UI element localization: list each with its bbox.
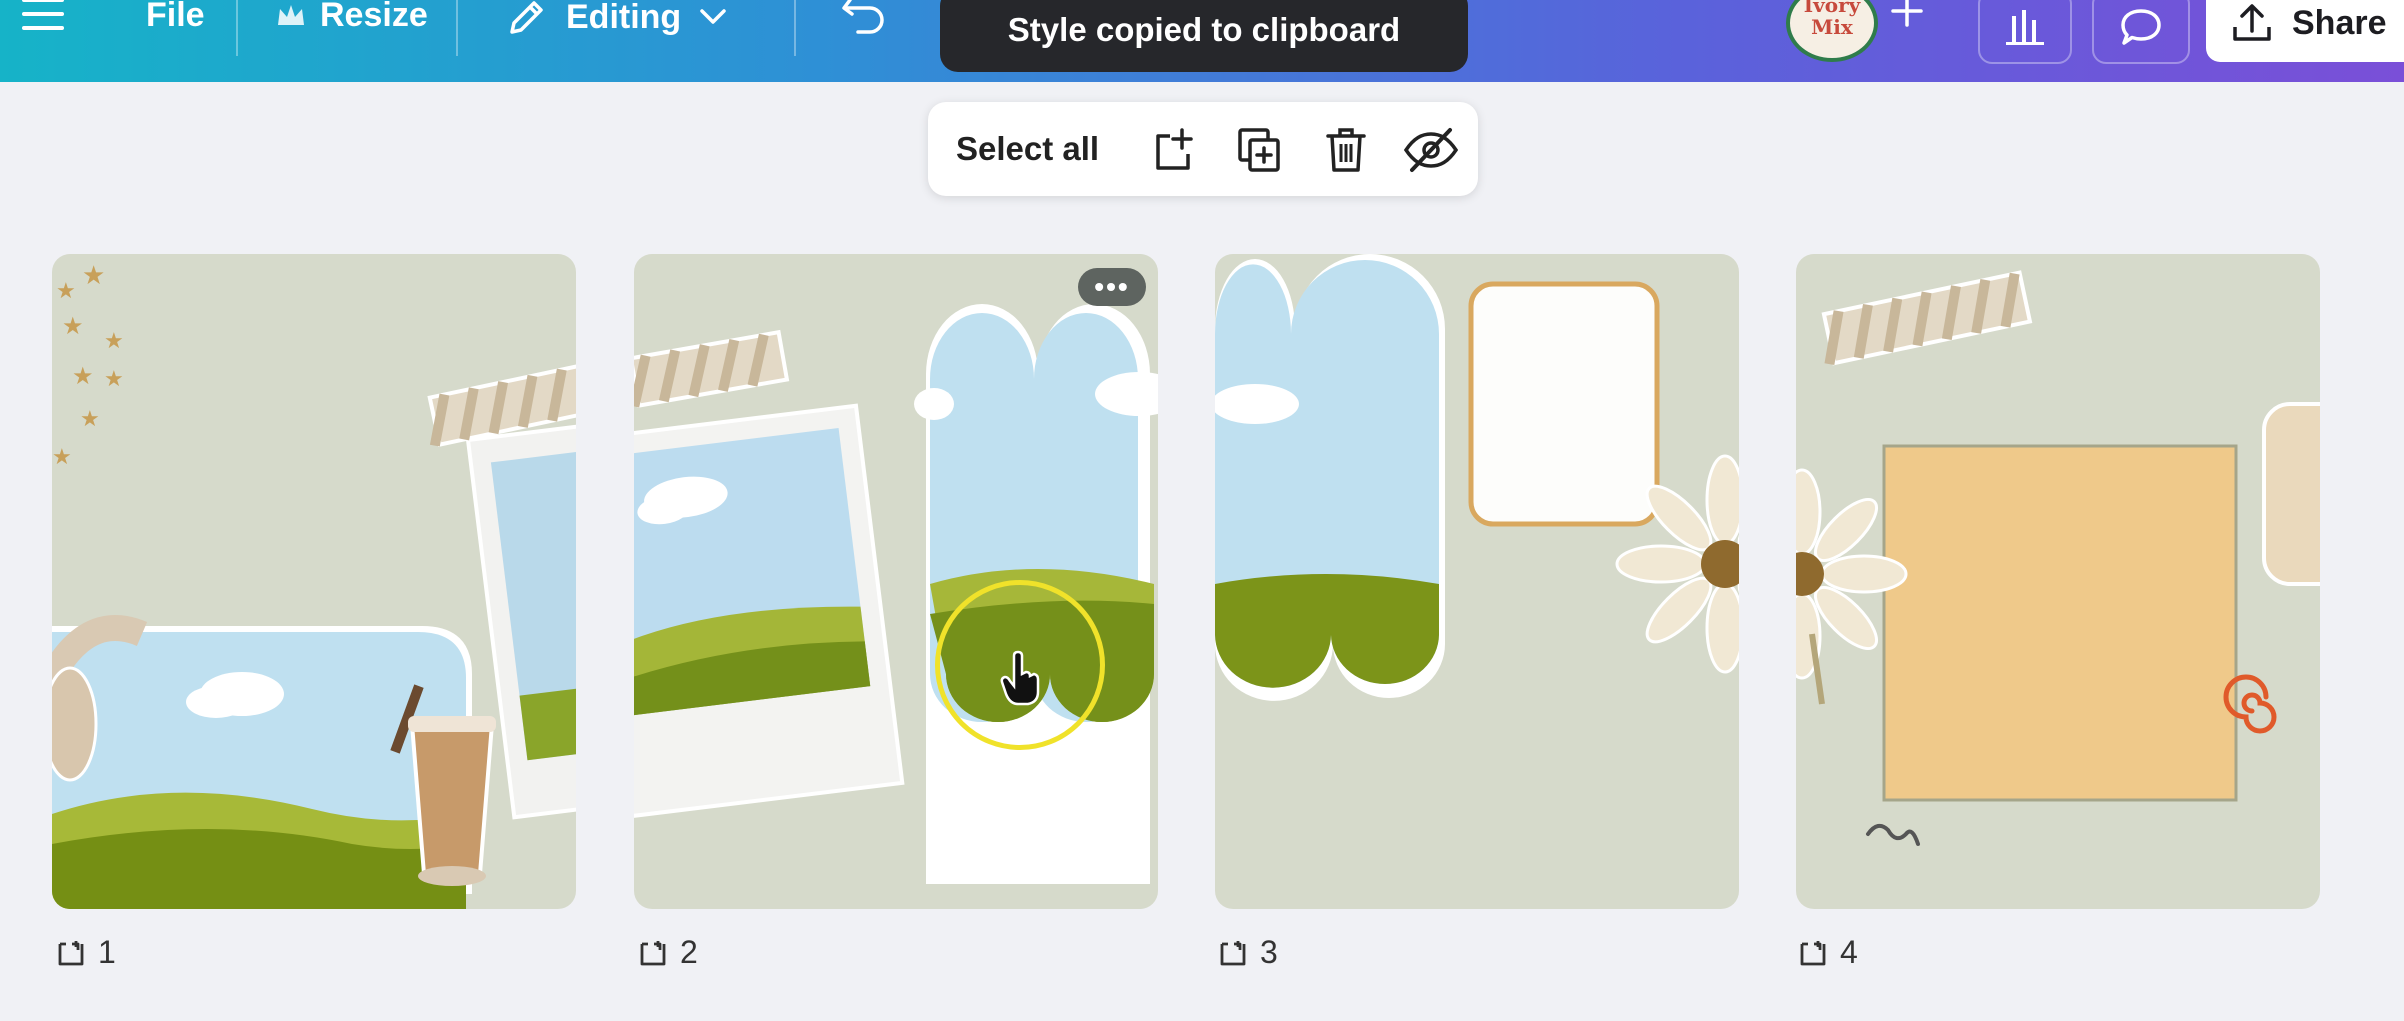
page-thumbnail-2[interactable] (634, 254, 1158, 909)
hand-cursor-icon (1000, 650, 1040, 706)
comment-icon (2121, 9, 2161, 45)
upload-icon (2233, 4, 2271, 41)
page-thumbnail-4[interactable] (1796, 254, 2320, 909)
svg-text:★: ★ (62, 312, 84, 340)
chevron-down-icon (700, 9, 726, 24)
resize-label: Resize (320, 0, 428, 34)
svg-text:★: ★ (72, 362, 94, 390)
page-3-artwork (1215, 254, 1739, 701)
page-selection-toolbar: Select all (928, 102, 1478, 196)
pencil-icon (510, 1, 543, 34)
page-label-1[interactable]: 1 (56, 934, 116, 971)
share-label: Share (2292, 3, 2387, 42)
duplicate-page-icon[interactable] (1234, 124, 1286, 176)
divider (794, 0, 796, 56)
page-number: 3 (1260, 934, 1278, 970)
editing-mode-dropdown[interactable]: Editing (506, 0, 727, 38)
delete-icon[interactable] (1320, 124, 1372, 176)
page-number: 4 (1840, 934, 1858, 970)
svg-text:★: ★ (56, 279, 76, 304)
svg-text:★: ★ (52, 445, 72, 470)
page-notes-icon (1220, 940, 1246, 965)
file-label: File (146, 0, 205, 34)
avatar[interactable]: Ivory Mix (1786, 0, 1878, 62)
svg-text:★: ★ (104, 367, 124, 392)
share-button[interactable]: Share (2206, 0, 2404, 62)
page-number: 1 (98, 934, 116, 970)
divider (456, 0, 458, 56)
add-collaborator-button[interactable] (1890, 0, 1924, 28)
page-label-4[interactable]: 4 (1798, 934, 1858, 971)
svg-text:★: ★ (82, 261, 105, 291)
hamburger-icon (22, 0, 64, 30)
comments-button[interactable] (2092, 0, 2190, 64)
file-menu-button[interactable]: File (146, 0, 205, 35)
undo-button[interactable] (840, 0, 888, 34)
page-thumbnail-1[interactable]: ★ ★ ★ ★ ★ ★ ★ ★ (52, 254, 576, 909)
menu-button[interactable] (22, 0, 64, 32)
plus-icon (1891, 0, 1923, 27)
add-page-icon[interactable] (1148, 124, 1200, 176)
bar-chart-icon (2006, 10, 2044, 45)
page-notes-icon (1800, 940, 1826, 965)
page-notes-icon (640, 940, 666, 965)
page-1-artwork: ★ ★ ★ ★ ★ ★ ★ ★ (52, 261, 576, 909)
toast-text: Style copied to clipboard (1007, 11, 1401, 48)
page-notes-icon (58, 940, 84, 965)
page-4-artwork (1796, 270, 2320, 846)
insights-button[interactable] (1978, 0, 2072, 64)
divider (236, 0, 238, 56)
svg-text:★: ★ (104, 329, 124, 354)
toast-notification: Style copied to clipboard (940, 0, 1468, 72)
page-label-2[interactable]: 2 (638, 934, 698, 971)
editing-label: Editing (566, 0, 682, 36)
resize-button[interactable]: Resize (276, 0, 428, 35)
page-thumbnail-3[interactable] (1215, 254, 1739, 909)
avatar-text-line2: Mix (1811, 15, 1853, 39)
crown-icon (278, 4, 304, 25)
select-all-button[interactable]: Select all (956, 130, 1099, 168)
more-options-label: ••• (1094, 271, 1130, 302)
hide-icon[interactable] (1402, 124, 1460, 176)
page-more-options-button[interactable]: ••• (1078, 268, 1146, 306)
svg-text:★: ★ (80, 407, 100, 432)
page-number: 2 (680, 934, 698, 970)
undo-icon (842, 0, 884, 34)
page-label-3[interactable]: 3 (1218, 934, 1278, 971)
page-2-artwork (634, 304, 1158, 884)
